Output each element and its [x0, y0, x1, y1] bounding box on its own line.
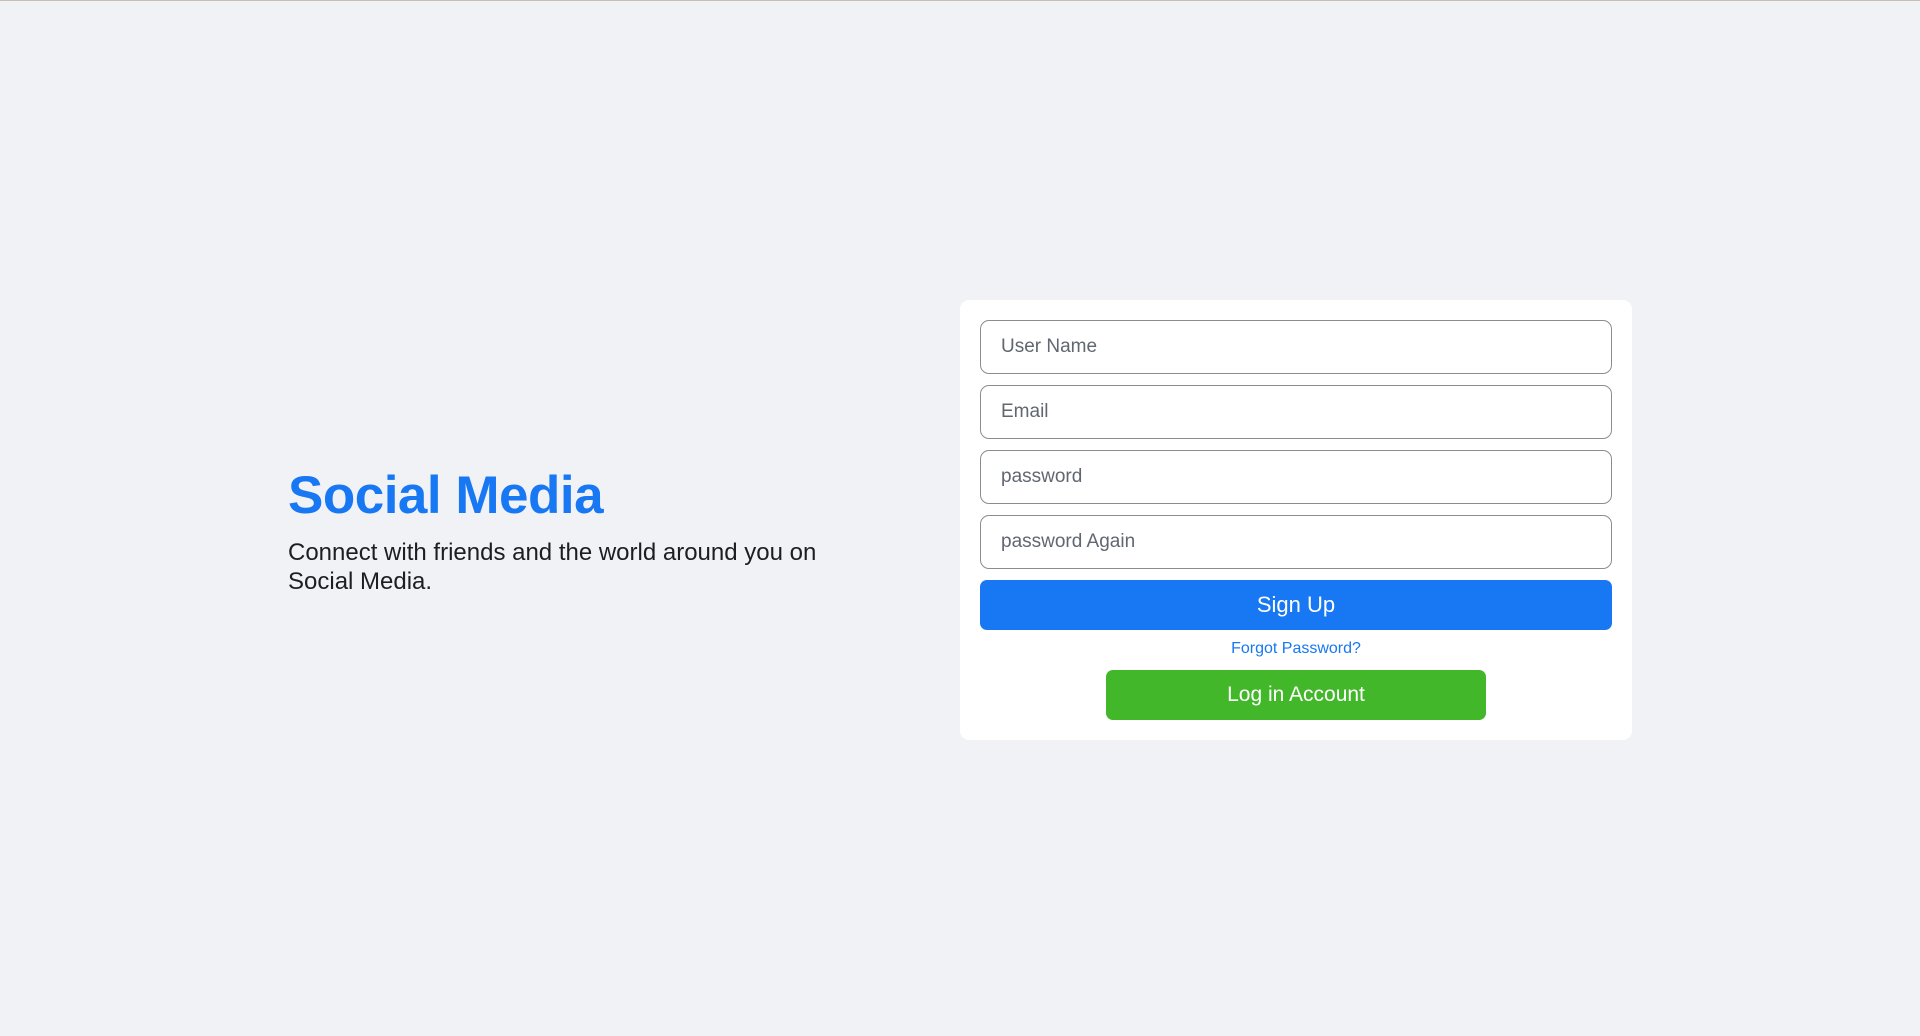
sign-up-button[interactable]: Sign Up: [980, 580, 1612, 630]
brand-title: Social Media: [288, 466, 604, 525]
forgot-password-link[interactable]: Forgot Password?: [1231, 640, 1361, 657]
signup-card: Sign Up Forgot Password? Log in Account: [960, 300, 1632, 740]
password-again-input[interactable]: [980, 515, 1612, 569]
username-input[interactable]: [980, 320, 1612, 374]
brand-section: Social Media Connect with friends and th…: [288, 462, 848, 596]
email-input[interactable]: [980, 385, 1612, 439]
forgot-password-row: Forgot Password?: [980, 640, 1612, 662]
log-in-account-button[interactable]: Log in Account: [1106, 670, 1486, 720]
brand-tagline: Connect with friends and the world aroun…: [288, 539, 817, 595]
password-input[interactable]: [980, 450, 1612, 504]
top-border-line: [0, 0, 1920, 1]
